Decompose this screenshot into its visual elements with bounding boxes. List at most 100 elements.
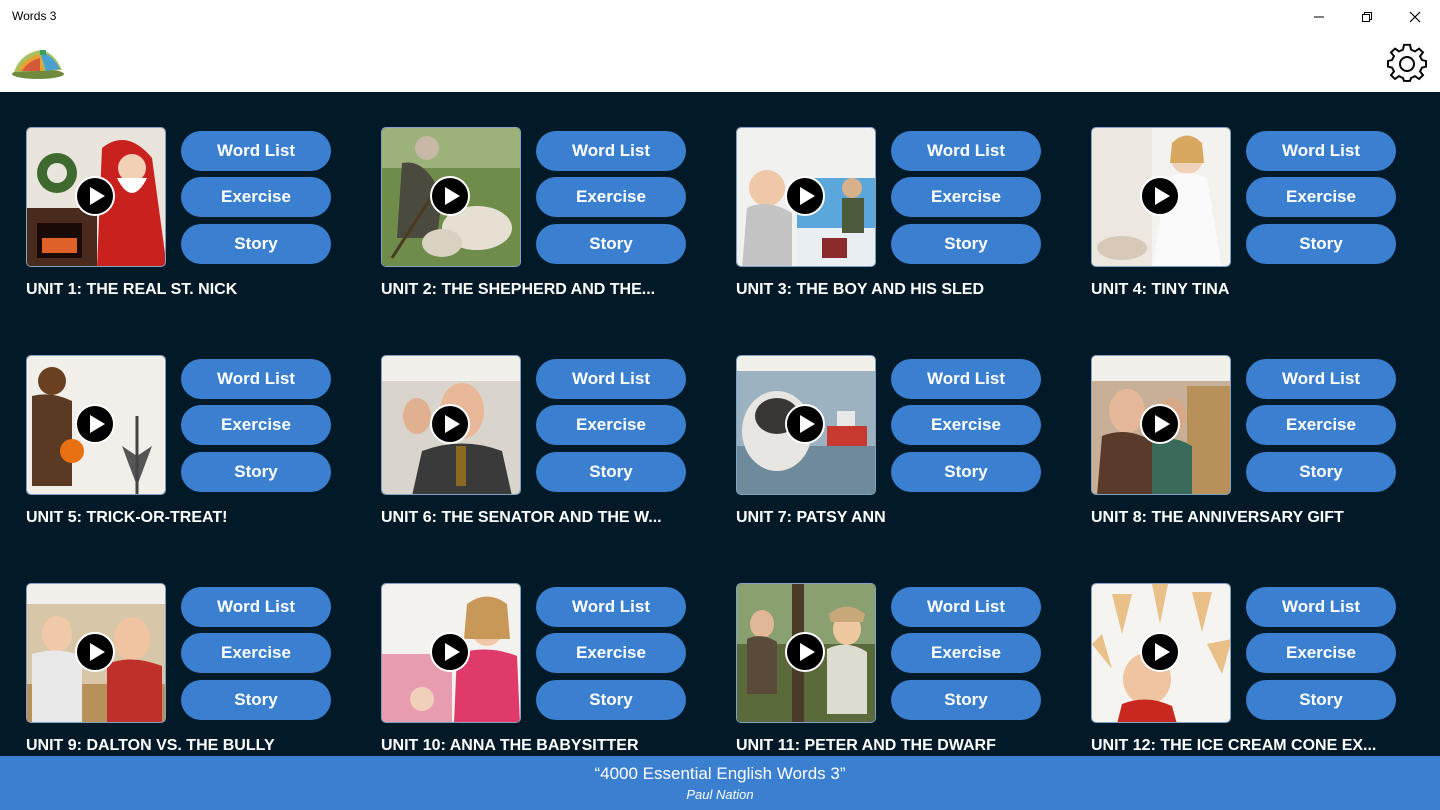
unit-title: UNIT 10: ANNA THE BABYSITTER bbox=[381, 737, 639, 754]
play-icon bbox=[444, 415, 460, 433]
unit-thumbnail[interactable] bbox=[1091, 583, 1231, 723]
story-button[interactable]: Story bbox=[181, 452, 331, 492]
unit-card-7: Word List Exercise Story UNIT 7: PATSY A… bbox=[736, 355, 1076, 555]
unit-thumbnail[interactable] bbox=[1091, 127, 1231, 267]
word-list-button[interactable]: Word List bbox=[181, 131, 331, 171]
unit-title: UNIT 3: THE BOY AND HIS SLED bbox=[736, 281, 985, 298]
story-button[interactable]: Story bbox=[1246, 452, 1396, 492]
exercise-button[interactable]: Exercise bbox=[891, 633, 1041, 673]
play-button[interactable] bbox=[1140, 176, 1180, 216]
story-button[interactable]: Story bbox=[181, 224, 331, 264]
word-list-button[interactable]: Word List bbox=[1246, 587, 1396, 627]
exercise-button[interactable]: Exercise bbox=[1246, 633, 1396, 673]
exercise-button[interactable]: Exercise bbox=[891, 177, 1041, 217]
unit-title: UNIT 12: THE ICE CREAM CONE EX... bbox=[1091, 737, 1377, 754]
play-icon bbox=[444, 643, 460, 661]
exercise-button[interactable]: Exercise bbox=[1246, 177, 1396, 217]
play-icon bbox=[799, 415, 815, 433]
exercise-button[interactable]: Exercise bbox=[536, 405, 686, 445]
unit-title: UNIT 7: PATSY ANN bbox=[736, 509, 886, 526]
unit-card-4: Word List Exercise Story UNIT 4: TINY TI… bbox=[1091, 127, 1431, 327]
word-list-button[interactable]: Word List bbox=[891, 587, 1041, 627]
word-list-button[interactable]: Word List bbox=[891, 359, 1041, 399]
play-button[interactable] bbox=[785, 404, 825, 444]
exercise-button[interactable]: Exercise bbox=[181, 633, 331, 673]
play-button[interactable] bbox=[1140, 404, 1180, 444]
book-title: “4000 Essential English Words 3” bbox=[594, 764, 846, 783]
story-button[interactable]: Story bbox=[1246, 680, 1396, 720]
exercise-button[interactable]: Exercise bbox=[891, 405, 1041, 445]
word-list-button[interactable]: Word List bbox=[181, 359, 331, 399]
play-button[interactable] bbox=[75, 404, 115, 444]
unit-thumbnail[interactable] bbox=[26, 583, 166, 723]
restore-button[interactable] bbox=[1344, 0, 1390, 34]
unit-thumbnail[interactable] bbox=[736, 127, 876, 267]
unit-thumbnail[interactable] bbox=[736, 355, 876, 495]
unit-card-9: Word List Exercise Story UNIT 9: DALTON … bbox=[26, 583, 366, 756]
play-button[interactable] bbox=[785, 632, 825, 672]
unit-title: UNIT 5: TRICK-OR-TREAT! bbox=[26, 509, 228, 526]
word-list-button[interactable]: Word List bbox=[1246, 359, 1396, 399]
play-icon bbox=[1154, 187, 1170, 205]
unit-thumbnail[interactable] bbox=[381, 583, 521, 723]
word-list-button[interactable]: Word List bbox=[1246, 131, 1396, 171]
unit-title: UNIT 9: DALTON VS. THE BULLY bbox=[26, 737, 275, 754]
story-button[interactable]: Story bbox=[536, 680, 686, 720]
play-button[interactable] bbox=[785, 176, 825, 216]
unit-thumbnail[interactable] bbox=[381, 127, 521, 267]
unit-thumbnail[interactable] bbox=[26, 355, 166, 495]
unit-card-5: Word List Exercise Story UNIT 5: TRICK-O… bbox=[26, 355, 366, 555]
unit-card-8: Word List Exercise Story UNIT 8: THE ANN… bbox=[1091, 355, 1431, 555]
unit-title: UNIT 11: PETER AND THE DWARF bbox=[736, 737, 996, 754]
book-stack-logo bbox=[12, 50, 64, 79]
play-button[interactable] bbox=[430, 632, 470, 672]
play-button[interactable] bbox=[1140, 632, 1180, 672]
minimize-button[interactable] bbox=[1296, 0, 1342, 34]
close-button[interactable] bbox=[1392, 0, 1438, 34]
unit-thumbnail[interactable] bbox=[26, 127, 166, 267]
story-button[interactable]: Story bbox=[536, 224, 686, 264]
unit-card-11: Word List Exercise Story UNIT 11: PETER … bbox=[736, 583, 1076, 756]
close-icon bbox=[1409, 11, 1421, 23]
minimize-icon bbox=[1314, 16, 1324, 18]
story-button[interactable]: Story bbox=[891, 224, 1041, 264]
unit-card-10: Word List Exercise Story UNIT 10: ANNA T… bbox=[381, 583, 721, 756]
play-button[interactable] bbox=[430, 176, 470, 216]
unit-title: UNIT 8: THE ANNIVERSARY GIFT bbox=[1091, 509, 1344, 526]
unit-thumbnail[interactable] bbox=[736, 583, 876, 723]
exercise-button[interactable]: Exercise bbox=[181, 177, 331, 217]
story-button[interactable]: Story bbox=[1246, 224, 1396, 264]
unit-card-1: Word List Exercise Story UNIT 1: THE REA… bbox=[26, 127, 366, 327]
unit-thumbnail[interactable] bbox=[1091, 355, 1231, 495]
story-button[interactable]: Story bbox=[536, 452, 686, 492]
footer-bar: “4000 Essential English Words 3” Paul Na… bbox=[0, 756, 1440, 810]
app-header bbox=[0, 34, 1440, 92]
settings-gear-icon[interactable] bbox=[1386, 43, 1428, 85]
unit-card-12: Word List Exercise Story UNIT 12: THE IC… bbox=[1091, 583, 1431, 756]
unit-title: UNIT 1: THE REAL ST. NICK bbox=[26, 281, 238, 298]
story-button[interactable]: Story bbox=[181, 680, 331, 720]
exercise-button[interactable]: Exercise bbox=[1246, 405, 1396, 445]
play-button[interactable] bbox=[430, 404, 470, 444]
play-button[interactable] bbox=[75, 632, 115, 672]
word-list-button[interactable]: Word List bbox=[536, 131, 686, 171]
unit-card-2: Word List Exercise Story UNIT 2: THE SHE… bbox=[381, 127, 721, 327]
play-icon bbox=[444, 187, 460, 205]
play-icon bbox=[89, 187, 105, 205]
title-bar: Words 3 bbox=[0, 0, 1440, 34]
unit-title: UNIT 2: THE SHEPHERD AND THE... bbox=[381, 281, 656, 298]
play-icon bbox=[89, 643, 105, 661]
word-list-button[interactable]: Word List bbox=[536, 359, 686, 399]
story-button[interactable]: Story bbox=[891, 680, 1041, 720]
play-button[interactable] bbox=[75, 176, 115, 216]
exercise-button[interactable]: Exercise bbox=[181, 405, 331, 445]
exercise-button[interactable]: Exercise bbox=[536, 177, 686, 217]
word-list-button[interactable]: Word List bbox=[181, 587, 331, 627]
word-list-button[interactable]: Word List bbox=[891, 131, 1041, 171]
play-icon bbox=[1154, 415, 1170, 433]
unit-thumbnail[interactable] bbox=[381, 355, 521, 495]
window-title: Words 3 bbox=[12, 9, 57, 23]
exercise-button[interactable]: Exercise bbox=[536, 633, 686, 673]
story-button[interactable]: Story bbox=[891, 452, 1041, 492]
word-list-button[interactable]: Word List bbox=[536, 587, 686, 627]
